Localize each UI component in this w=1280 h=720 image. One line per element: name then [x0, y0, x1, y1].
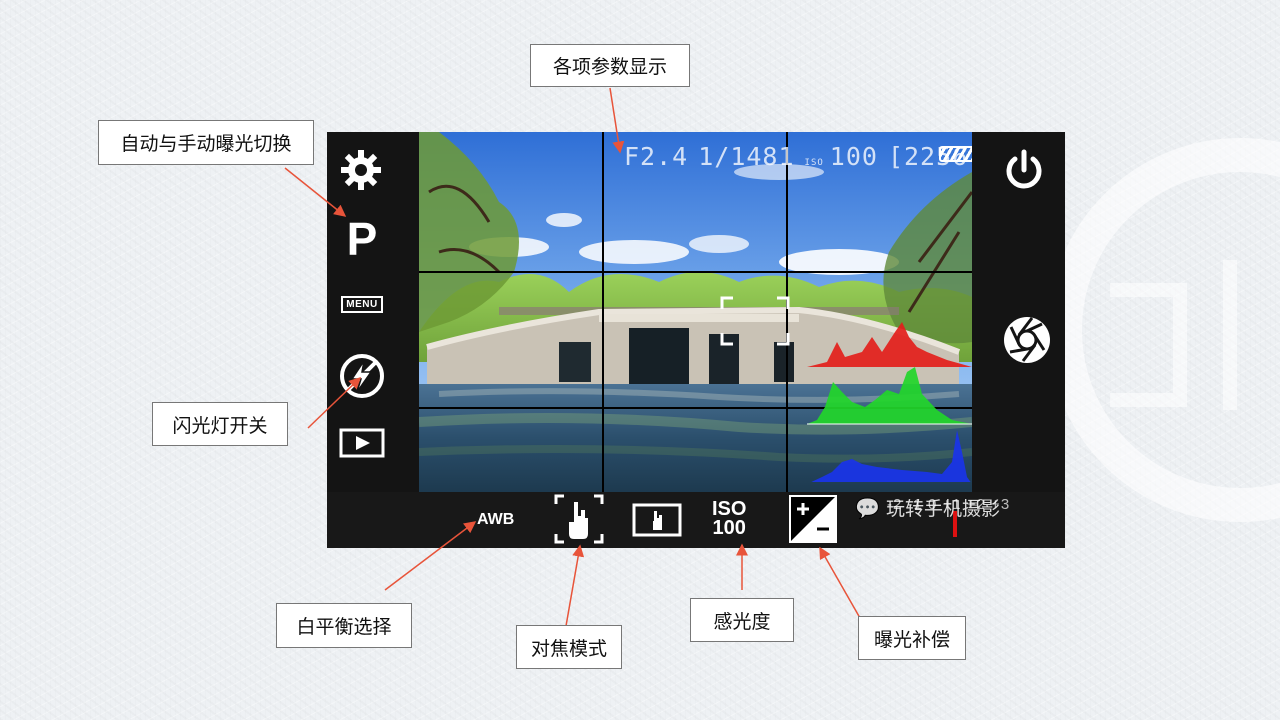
playback-icon[interactable]	[339, 428, 385, 458]
callout-exposure-compensation: 曝光补偿	[858, 616, 966, 660]
wechat-icon: 💬	[855, 496, 880, 520]
settings-gear-icon[interactable]	[339, 148, 383, 192]
callout-iso: 感光度	[690, 598, 794, 642]
metering-mode-icon[interactable]	[632, 503, 682, 537]
callout-flash: 闪光灯开关	[152, 402, 288, 446]
callout-params-display: 各项参数显示	[530, 44, 690, 87]
iso-button[interactable]: ISO 100	[712, 499, 746, 539]
viewfinder[interactable]: F2.41/1481ISO100[2256]+0	[419, 132, 972, 492]
exposure-parameters: F2.41/1481ISO100[2256]+0	[624, 142, 972, 172]
menu-label: MENU	[341, 295, 383, 313]
callout-focus-mode: 对焦模式	[516, 625, 622, 669]
iso-setting: 100	[712, 517, 746, 539]
shutter-aperture-icon[interactable]	[1002, 315, 1052, 365]
power-icon[interactable]	[1002, 148, 1046, 192]
watermark-text: 玩转手机摄影	[885, 498, 1000, 520]
menu-button[interactable]: MENU	[337, 292, 387, 316]
left-toolbar	[327, 132, 419, 548]
white-balance-button[interactable]: AWB	[477, 511, 514, 529]
iso-value: 100	[829, 142, 878, 171]
exposure-mode-button[interactable]: P	[341, 216, 383, 262]
flash-toggle-icon[interactable]	[338, 352, 386, 400]
wechat-watermark: 💬 玩转手机摄影	[855, 494, 1000, 521]
shutter-value: 1/1481	[698, 142, 795, 171]
focus-mode-icon[interactable]	[554, 494, 604, 544]
exposure-compensation-icon[interactable]	[789, 495, 837, 543]
callout-white-balance: 白平衡选择	[276, 603, 412, 648]
camera-screen: F2.41/1481ISO100[2256]+0 P MENU	[327, 132, 1065, 548]
callout-exposure-mode: 自动与手动曝光切换	[98, 120, 314, 165]
iso-tag: ISO	[804, 158, 824, 168]
aperture-value: F2.4	[624, 142, 689, 171]
rgb-histogram	[807, 322, 972, 482]
